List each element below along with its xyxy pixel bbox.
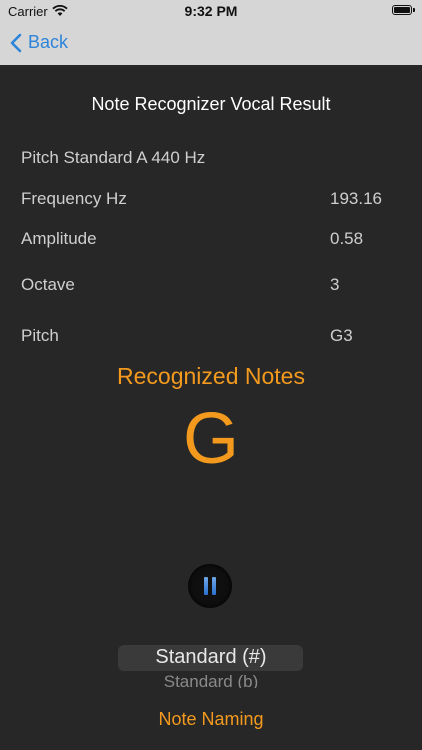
pause-button[interactable] bbox=[188, 564, 232, 608]
frequency-value: 193.16 bbox=[330, 189, 382, 208]
note-naming-label: Note Naming bbox=[158, 709, 264, 729]
back-button[interactable]: Back bbox=[10, 32, 68, 53]
frequency-label: Frequency Hz bbox=[21, 189, 127, 208]
chevron-left-icon bbox=[10, 33, 22, 52]
battery-icon bbox=[392, 5, 415, 15]
navigation-bar: Back bbox=[0, 24, 422, 65]
recognized-note: G bbox=[182, 399, 239, 479]
back-label: Back bbox=[28, 32, 69, 52]
amplitude-value: 0.58 bbox=[330, 229, 364, 248]
pause-icon bbox=[204, 577, 208, 595]
pitch-standard-label: Pitch Standard A 440 Hz bbox=[21, 148, 206, 167]
octave-label: Octave bbox=[21, 275, 75, 294]
pitch-label: Pitch bbox=[21, 326, 59, 345]
recognized-notes-heading: Recognized Notes bbox=[117, 363, 305, 389]
picker-next-option[interactable]: Standard (b) bbox=[0, 674, 422, 688]
clock: 9:32 PM bbox=[184, 3, 238, 19]
pitch-value: G3 bbox=[330, 326, 353, 345]
status-bar: Carrier 9:32 PM bbox=[0, 0, 422, 24]
picker-next-label: Standard (b) bbox=[163, 674, 259, 688]
amplitude-label: Amplitude bbox=[21, 229, 97, 248]
page-title: Note Recognizer Vocal Result bbox=[91, 94, 331, 114]
octave-value: 3 bbox=[330, 275, 340, 294]
picker-selected-option[interactable]: Standard (#) bbox=[0, 646, 422, 669]
